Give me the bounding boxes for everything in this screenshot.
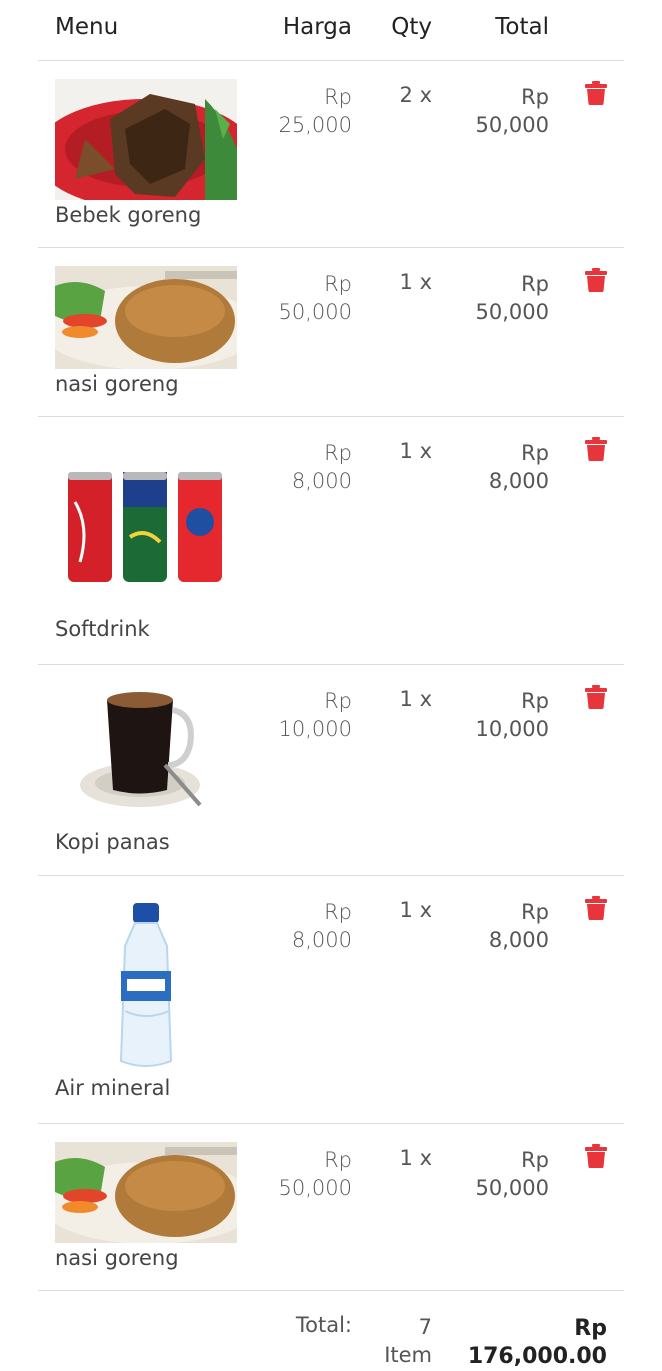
total-value: 8,000 [488, 928, 549, 952]
cart-row: nasi goreng Rp 50,000 1 x Rp 50,000 [0, 248, 662, 416]
total-value: 50,000 [475, 113, 549, 137]
price-currency: Rp [324, 441, 352, 465]
header-menu: Menu [55, 14, 119, 40]
nasi-goreng-image [55, 1142, 237, 1243]
total-item-count: 7 Item [384, 1313, 432, 1369]
nasi-goreng-image [55, 266, 237, 369]
cart-summary: Total: 7 Item Rp 176,000.00 [0, 1305, 662, 1369]
total-currency: Rp [521, 900, 549, 924]
softdrink-image [55, 467, 237, 587]
trash-icon[interactable] [585, 437, 607, 462]
price-currency: Rp [324, 1148, 352, 1172]
cart-row: Kopi panas Rp 10,000 1 x Rp 10,000 [0, 665, 662, 875]
item-qty: 1 x [399, 270, 432, 294]
table-header: Menu Harga Qty Total [0, 0, 662, 60]
price-currency: Rp [324, 689, 352, 713]
item-name: nasi goreng [55, 1246, 179, 1270]
price-value: 8,000 [291, 928, 352, 952]
item-total: Rp 50,000 [476, 83, 549, 139]
item-qty: 1 x [399, 439, 432, 463]
header-qty: Qty [391, 14, 432, 40]
air-mineral-image [55, 901, 237, 1071]
item-price: Rp 25,000 [279, 83, 352, 139]
item-name: Kopi panas [55, 830, 170, 854]
price-value: 50,000 [278, 300, 352, 324]
total-value: 50,000 [475, 1176, 549, 1200]
total-label: Total: [295, 1313, 352, 1337]
total-currency: Rp [521, 85, 549, 109]
item-price: Rp 50,000 [279, 270, 352, 326]
total-qty-value: 7 [418, 1315, 432, 1339]
item-name: nasi goreng [55, 372, 179, 396]
item-total: Rp 50,000 [476, 1146, 549, 1202]
item-qty: 2 x [399, 83, 432, 107]
item-qty: 1 x [399, 687, 432, 711]
item-total: Rp 10,000 [476, 687, 549, 743]
item-name: Bebek goreng [55, 203, 202, 227]
trash-icon[interactable] [585, 81, 607, 106]
price-currency: Rp [324, 272, 352, 296]
total-value: 50,000 [475, 300, 549, 324]
item-price: Rp 8,000 [292, 439, 352, 495]
price-currency: Rp [324, 85, 352, 109]
price-value: 50,000 [278, 1176, 352, 1200]
price-value: 8,000 [291, 469, 352, 493]
total-currency: Rp [521, 441, 549, 465]
total-value: 8,000 [488, 469, 549, 493]
grand-total: Rp 176,000.00 [468, 1315, 607, 1371]
cart-row: nasi goreng Rp 50,000 1 x Rp 50,000 [0, 1124, 662, 1290]
cart-row: Softdrink Rp 8,000 1 x Rp 8,000 [0, 417, 662, 664]
item-name: Softdrink [55, 617, 150, 641]
cart-row: Bebek goreng Rp 25,000 2 x Rp 50,000 [0, 61, 662, 247]
trash-icon[interactable] [585, 1144, 607, 1169]
item-total: Rp 8,000 [489, 439, 549, 495]
total-currency: Rp [521, 1148, 549, 1172]
item-name: Air mineral [55, 1076, 171, 1100]
item-qty: 1 x [399, 1146, 432, 1170]
kopi-panas-image [55, 685, 237, 815]
item-total: Rp 8,000 [489, 898, 549, 954]
grand-total-currency: Rp [574, 1316, 607, 1341]
total-value: 10,000 [475, 717, 549, 741]
bebek-goreng-image [55, 79, 237, 200]
trash-icon[interactable] [585, 268, 607, 293]
item-price: Rp 8,000 [292, 898, 352, 954]
header-total: Total [495, 14, 549, 40]
header-harga: Harga [282, 14, 352, 40]
price-value: 10,000 [278, 717, 352, 741]
trash-icon[interactable] [585, 896, 607, 921]
item-price: Rp 10,000 [279, 687, 352, 743]
trash-icon[interactable] [585, 685, 607, 710]
item-price: Rp 50,000 [279, 1146, 352, 1202]
price-currency: Rp [324, 900, 352, 924]
cart-row: Air mineral Rp 8,000 1 x Rp 8,000 [0, 876, 662, 1123]
grand-total-value: 176,000.00 [467, 1344, 607, 1369]
total-currency: Rp [521, 689, 549, 713]
item-total: Rp 50,000 [476, 270, 549, 326]
total-currency: Rp [521, 272, 549, 296]
item-qty: 1 x [399, 898, 432, 922]
divider [38, 1290, 624, 1291]
price-value: 25,000 [278, 113, 352, 137]
